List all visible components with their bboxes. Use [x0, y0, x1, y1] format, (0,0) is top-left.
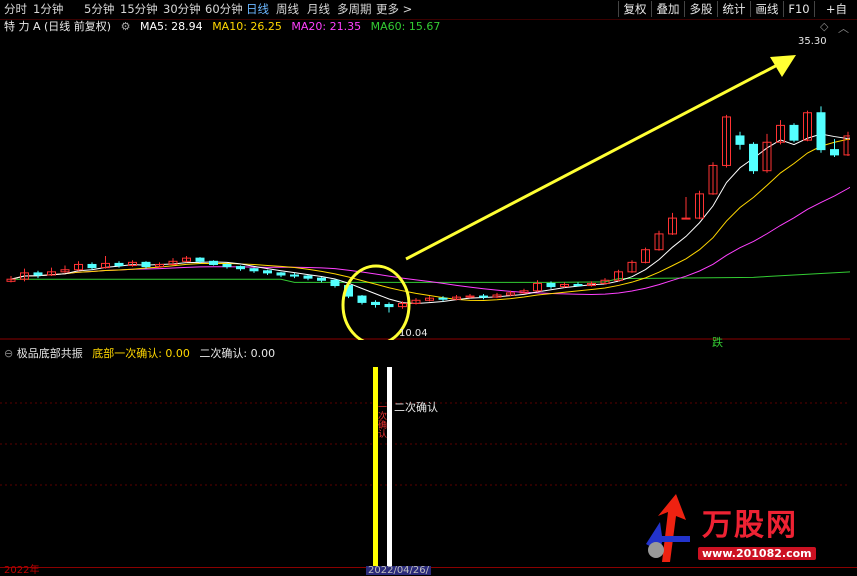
period-toolbar: 分时 1分钟 5分钟 15分钟 30分钟 60分钟 日线 周线 月线 多周期 更…	[0, 0, 857, 20]
tab-60min[interactable]: 60分钟	[205, 2, 243, 17]
first-confirm-value: 底部一次确认: 0.00	[92, 347, 190, 360]
tab-fenshi[interactable]: 分时	[4, 2, 27, 17]
diamond-icon[interactable]: ◇	[820, 20, 828, 33]
candle-down	[290, 274, 299, 277]
multi-stock-button[interactable]: 多股	[684, 1, 717, 17]
tab-5min[interactable]: 5分钟	[84, 2, 114, 17]
candle-down	[222, 263, 232, 268]
candle-down	[195, 257, 205, 262]
high-price-label: 35.30	[798, 36, 827, 47]
tab-multi-period[interactable]: 多周期	[337, 2, 372, 17]
die-signal-label: 跌	[712, 336, 723, 349]
ma60-label: MA60: 15.67	[370, 20, 441, 33]
candle-down	[357, 295, 367, 303]
indicator-toggle-icon[interactable]: ⊖	[4, 347, 13, 360]
tab-15min[interactable]: 15分钟	[120, 2, 158, 17]
candle-down	[546, 282, 556, 288]
low-price-label: 10.04	[399, 328, 428, 339]
candle-down	[330, 279, 340, 287]
candle-down	[209, 260, 218, 265]
ma5-label: MA5: 28.94	[139, 20, 203, 33]
candle-down	[263, 270, 272, 274]
candle-down	[236, 266, 245, 270]
candle-down	[479, 295, 488, 298]
tab-daily[interactable]: 日线	[246, 2, 269, 17]
first-confirm-bar	[373, 367, 378, 567]
tab-weekly[interactable]: 周线	[276, 2, 299, 17]
candle-down	[303, 275, 313, 279]
indicator-name: 极品底部共振	[16, 347, 83, 360]
fuquan-button[interactable]: 复权	[618, 1, 651, 17]
candle-down	[87, 263, 97, 269]
second-confirm-text: 二次确认	[394, 401, 438, 414]
axis-year-label: 2022年	[4, 565, 40, 576]
candlestick-chart[interactable]	[0, 35, 850, 340]
second-confirm-value: 二次确认: 0.00	[199, 347, 276, 360]
ma-info-row: 特 力 A (日线 前复权) ⚙ MA5: 28.94 MA10: 26.25 …	[0, 20, 446, 34]
candle-down	[438, 297, 448, 300]
annotation-arrow-line	[405, 59, 786, 261]
tab-monthly[interactable]: 月线	[307, 2, 330, 17]
ma60-line	[11, 271, 850, 283]
tab-more[interactable]: 更多 >	[376, 2, 412, 17]
f10-button[interactable]: F10	[783, 1, 814, 17]
ma10-label: MA10: 26.25	[212, 20, 282, 33]
candle-down	[114, 262, 124, 267]
first-confirm-text: 一次确认	[376, 402, 386, 438]
candle-down	[371, 301, 380, 305]
candle-down	[141, 261, 151, 268]
ma20-line	[10, 186, 850, 295]
candle-down	[789, 124, 799, 141]
add-self-button[interactable]: +自	[814, 1, 857, 17]
candle-down	[317, 277, 326, 281]
draw-line-button[interactable]: 画线	[750, 1, 783, 17]
candle-down	[249, 268, 259, 272]
overlay-button[interactable]: 叠加	[651, 1, 684, 17]
second-confirm-bar	[387, 367, 392, 567]
ma5-line	[10, 133, 850, 304]
candle-down	[735, 135, 745, 145]
axis-date-label: 2022/04/26/	[366, 565, 432, 576]
candle-up	[681, 217, 691, 220]
candle-down	[276, 272, 286, 276]
brand-url: www.201082.com	[698, 547, 816, 560]
grid-lines	[0, 402, 850, 486]
candle-down	[573, 283, 583, 287]
candle-down	[816, 112, 826, 151]
chevron-up-icon[interactable]: ︿	[838, 20, 849, 36]
indicator-header: ⊖ 极品底部共振 底部一次确认: 0.00 二次确认: 0.00	[0, 347, 275, 361]
brand-name: 万股网	[702, 508, 798, 543]
statistics-button[interactable]: 统计	[717, 1, 750, 17]
candle-down	[33, 272, 43, 276]
candle-down	[749, 143, 758, 172]
candle-down	[384, 304, 394, 308]
tab-30min[interactable]: 30分钟	[163, 2, 201, 17]
wangu-logo: 万股网 www.201082.com	[640, 492, 840, 567]
ma10-line	[10, 138, 850, 301]
stock-title: 特 力 A (日线 前复权)	[4, 20, 112, 33]
settings-icon[interactable]: ⚙	[121, 20, 131, 33]
ma20-label: MA20: 21.35	[291, 20, 362, 33]
candle-down	[830, 149, 839, 156]
tab-1min[interactable]: 1分钟	[33, 2, 63, 17]
arrow-logo-icon	[646, 494, 690, 562]
